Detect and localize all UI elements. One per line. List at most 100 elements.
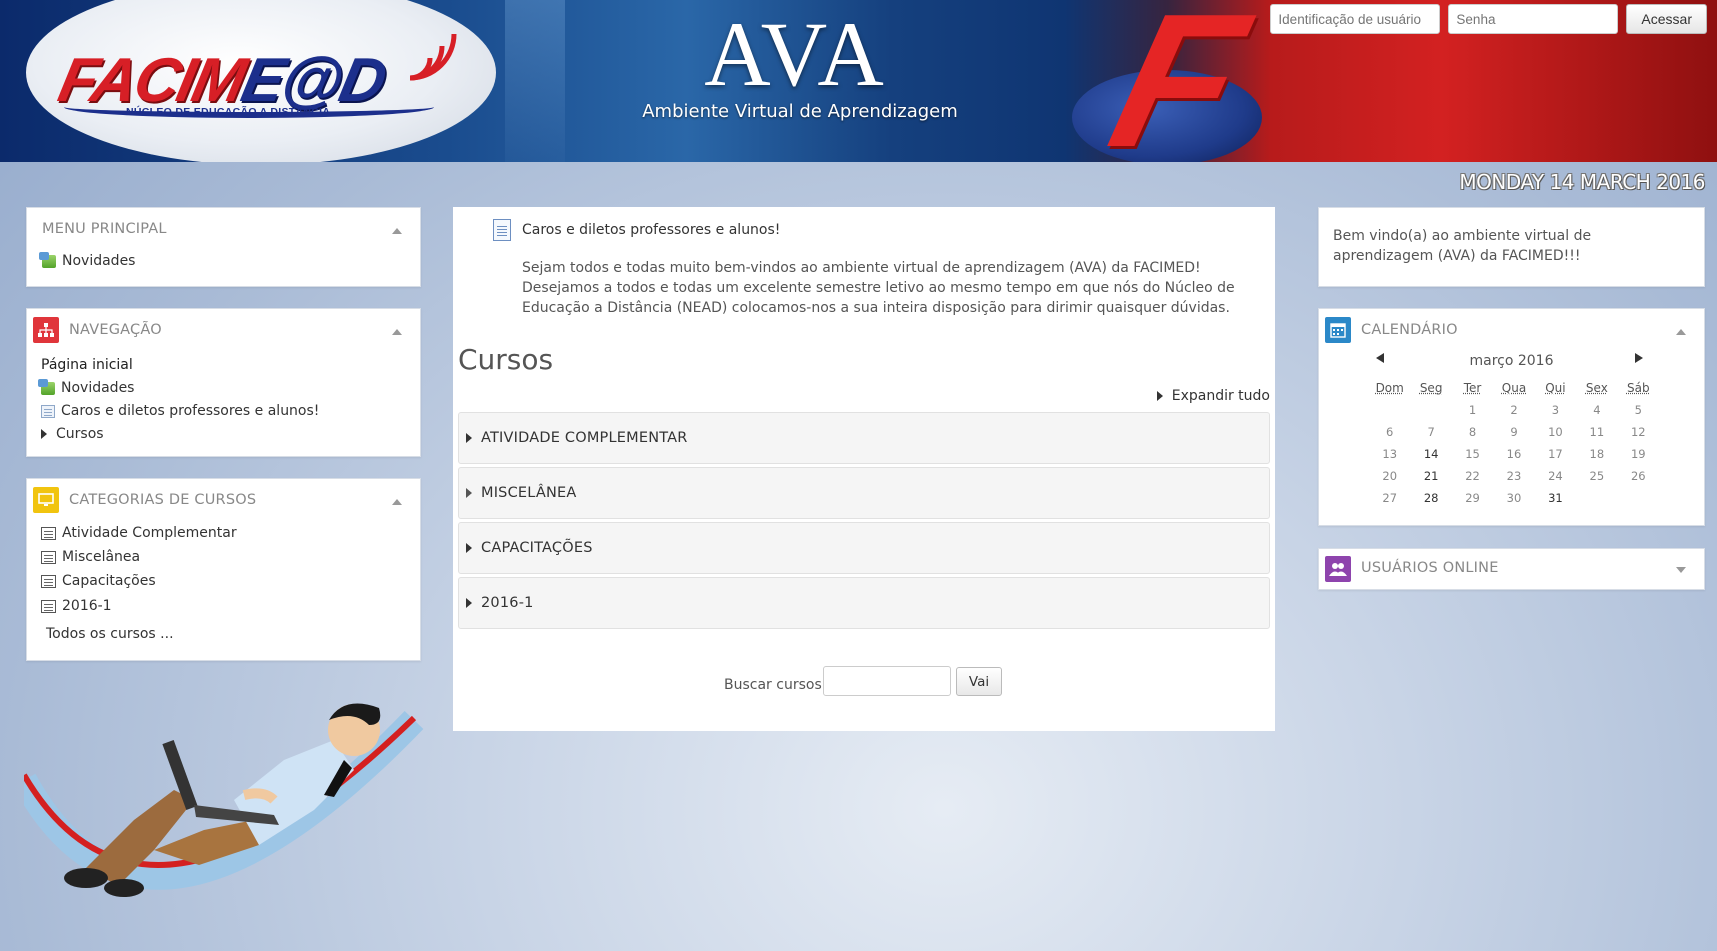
calendar-week-row: 20 21 22 23 24 25 26	[1369, 465, 1659, 487]
calendar-week-row: 12345	[1369, 399, 1659, 421]
calendar-weekday: Qua	[1501, 381, 1527, 395]
next-month-icon[interactable]	[1635, 353, 1643, 363]
monitor-icon	[33, 487, 59, 513]
nav-item-label: Cursos	[56, 426, 104, 442]
calendar-day[interactable]: 3	[1535, 403, 1576, 417]
calendar-day[interactable]: 27	[1369, 491, 1410, 505]
calendar-day[interactable]: 6	[1369, 425, 1410, 439]
expand-arrow-icon	[466, 433, 472, 443]
category-icon	[41, 599, 56, 613]
calendar-weekday: Qui	[1545, 381, 1566, 395]
category-icon	[41, 550, 56, 564]
calendar-weekday: Sáb	[1626, 381, 1650, 395]
calendar-day[interactable]: 21	[1410, 469, 1451, 483]
nav-item-label: Caros e diletos professores e alunos!	[61, 403, 320, 419]
calendar-day[interactable]: 8	[1452, 425, 1493, 439]
category-item[interactable]: 2016-1	[41, 598, 112, 614]
calendar-day[interactable]: 23	[1493, 469, 1534, 483]
course-category-row[interactable]: MISCELÂNEA	[458, 467, 1270, 519]
calendar-day[interactable]: 17	[1535, 447, 1576, 461]
expand-arrow-icon	[1156, 391, 1163, 401]
username-input[interactable]	[1270, 4, 1441, 34]
nav-item-post[interactable]: Caros e diletos professores e alunos!	[41, 403, 319, 419]
calendar-weekday: Dom	[1375, 381, 1404, 395]
navigation-block: NAVEGAÇÃO Página inicial Novidades Caros…	[26, 308, 421, 457]
calendar-block: CALENDÁRIO março 2016 Dom Seg Ter Qua Qui Sex…	[1318, 308, 1705, 526]
calendar-day[interactable]: 29	[1452, 491, 1493, 505]
calendar-grid: Dom Seg Ter Qua Qui Sex Sáb 1 2 3 4 5 6 7 8 9 10 11 12 13 14…	[1369, 377, 1659, 509]
calendar-icon	[1325, 317, 1351, 343]
calendar-day[interactable]: 10	[1535, 425, 1576, 439]
expand-icon[interactable]	[1676, 567, 1686, 573]
login-button[interactable]: Acessar	[1626, 4, 1707, 34]
calendar-day[interactable]: 16	[1493, 447, 1534, 461]
login-form: Acessar	[1270, 4, 1707, 34]
course-category-row[interactable]: 2016-1	[458, 577, 1270, 629]
course-search-button[interactable]: Vai	[956, 667, 1002, 696]
calendar-week-row: 27 28 29 30 31	[1369, 487, 1659, 509]
category-item[interactable]: Atividade Complementar	[41, 525, 237, 541]
calendar-day[interactable]: 15	[1452, 447, 1493, 461]
collapse-icon[interactable]	[392, 499, 402, 505]
calendar-day[interactable]: 12	[1618, 425, 1659, 439]
calendar-day[interactable]: 22	[1452, 469, 1493, 483]
category-label: Atividade Complementar	[62, 525, 237, 541]
category-label: Miscelânea	[62, 549, 141, 565]
course-category-label: MISCELÂNEA	[481, 485, 577, 501]
calendar-day[interactable]: 11	[1576, 425, 1617, 439]
calendar-day[interactable]: 26	[1618, 469, 1659, 483]
online-users-block: USUÁRIOS ONLINE	[1318, 548, 1705, 590]
all-courses-link[interactable]: Todos os cursos ...	[46, 626, 174, 642]
course-category-row[interactable]: ATIVIDADE COMPLEMENTAR	[458, 412, 1270, 464]
category-icon	[41, 574, 56, 588]
calendar-day[interactable]: 9	[1493, 425, 1534, 439]
header-watermark	[505, 0, 565, 162]
category-item[interactable]: Capacitações	[41, 573, 156, 589]
calendar-weekday: Seg	[1419, 381, 1443, 395]
calendar-day[interactable]: 31	[1535, 491, 1576, 505]
calendar-day[interactable]: 19	[1618, 447, 1659, 461]
calendar-day[interactable]: 1	[1452, 403, 1493, 417]
calendar-day[interactable]: 14	[1410, 447, 1451, 461]
calendar-day[interactable]: 18	[1576, 447, 1617, 461]
nav-item-cursos[interactable]: Cursos	[37, 426, 104, 442]
menu-item-novidades[interactable]: Novidades	[39, 251, 135, 269]
expand-all-link[interactable]: Expandir tudo	[1153, 388, 1270, 404]
course-categories-block: CATEGORIAS DE CURSOS Atividade Complemen…	[26, 478, 421, 661]
news-icon	[39, 251, 56, 268]
calendar-weekday: Sex	[1585, 381, 1608, 395]
calendar-day[interactable]: 30	[1493, 491, 1534, 505]
collapse-icon[interactable]	[1676, 329, 1686, 335]
collapse-icon[interactable]	[392, 329, 402, 335]
navigation-title: NAVEGAÇÃO	[69, 322, 162, 338]
calendar-day[interactable]: 25	[1576, 469, 1617, 483]
calendar-day[interactable]: 5	[1618, 403, 1659, 417]
calendar-day[interactable]: 20	[1369, 469, 1410, 483]
welcome-block: Bem vindo(a) ao ambiente virtual de apre…	[1318, 207, 1705, 287]
online-users-title: USUÁRIOS ONLINE	[1361, 560, 1499, 576]
post-title[interactable]: Caros e diletos professores e alunos!	[522, 222, 780, 238]
calendar-day[interactable]: 2	[1493, 403, 1534, 417]
calendar-day[interactable]: 4	[1576, 403, 1617, 417]
password-input[interactable]	[1448, 4, 1619, 34]
all-courses-label: Todos os cursos ...	[46, 626, 174, 642]
calendar-day[interactable]: 7	[1410, 425, 1451, 439]
calendar-month: março 2016	[1469, 353, 1554, 369]
calendar-day[interactable]: 24	[1535, 469, 1576, 483]
nav-home-link[interactable]: Página inicial	[41, 357, 133, 373]
page-icon	[493, 219, 511, 241]
expand-all-label: Expandir tudo	[1171, 388, 1270, 404]
page-icon	[41, 404, 55, 418]
course-search-input[interactable]	[823, 666, 951, 696]
collapse-icon[interactable]	[392, 228, 402, 234]
category-item[interactable]: Miscelânea	[41, 549, 140, 565]
welcome-text: Bem vindo(a) ao ambiente virtual de apre…	[1333, 228, 1592, 264]
category-label: Capacitações	[62, 573, 156, 589]
course-category-row[interactable]: CAPACITAÇÕES	[458, 522, 1270, 574]
calendar-weekday-row: Dom Seg Ter Qua Qui Sex Sáb	[1369, 377, 1659, 399]
nav-item-novidades[interactable]: Novidades	[38, 378, 135, 396]
nav-item-label: Novidades	[61, 380, 135, 396]
calendar-day[interactable]: 13	[1369, 447, 1410, 461]
ava-subtitle: Ambiente Virtual de Aprendizagem	[642, 101, 958, 122]
calendar-day[interactable]: 28	[1410, 491, 1451, 505]
